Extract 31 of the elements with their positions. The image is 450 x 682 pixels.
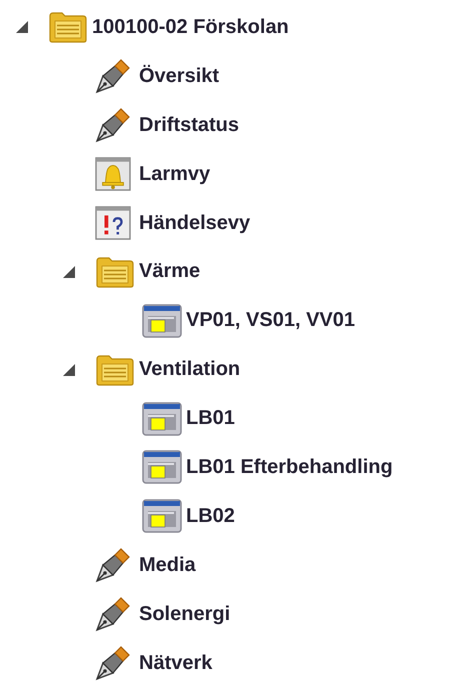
- collapse-arrow-icon[interactable]: [62, 264, 76, 279]
- tree-item-label[interactable]: LB01 Efterbehandling: [186, 456, 393, 479]
- tree-item-label[interactable]: Ventilation: [139, 358, 240, 382]
- tree-item-label[interactable]: Översikt: [139, 64, 220, 88]
- tree-item-label[interactable]: Solenergi: [139, 602, 230, 626]
- pen-icon: [95, 596, 131, 632]
- folder-icon: [48, 10, 88, 44]
- exclamation-question-icon: [95, 206, 131, 240]
- collapse-arrow-icon[interactable]: [62, 362, 76, 377]
- pen-icon: [95, 645, 131, 682]
- collapse-arrow-icon[interactable]: [15, 20, 29, 34]
- tree-item-label[interactable]: Media: [139, 554, 196, 577]
- pen-icon: [95, 107, 131, 144]
- tree-item-label[interactable]: 100100-02 Förskolan: [92, 16, 289, 39]
- window-icon: [142, 304, 182, 338]
- tree-item-label[interactable]: Värme: [139, 260, 200, 284]
- tree-item-label[interactable]: LB01: [186, 407, 235, 430]
- tree-item-label[interactable]: Nätverk: [139, 652, 212, 675]
- tree-item-label[interactable]: Händelsevy: [139, 212, 250, 234]
- folder-icon: [95, 352, 135, 387]
- window-icon: [142, 450, 182, 484]
- tree-item-label[interactable]: LB02: [186, 504, 235, 528]
- tree-item-label[interactable]: Larmvy: [139, 162, 210, 186]
- window-icon: [142, 499, 182, 534]
- tree-item-label[interactable]: VP01, VS01, VV01: [186, 309, 356, 332]
- folder-icon: [95, 254, 135, 289]
- pen-icon: [95, 547, 131, 584]
- bell-icon: [95, 157, 131, 192]
- window-icon: [142, 402, 182, 436]
- pen-icon: [95, 58, 131, 94]
- tree-item-label[interactable]: Driftstatus: [139, 114, 240, 137]
